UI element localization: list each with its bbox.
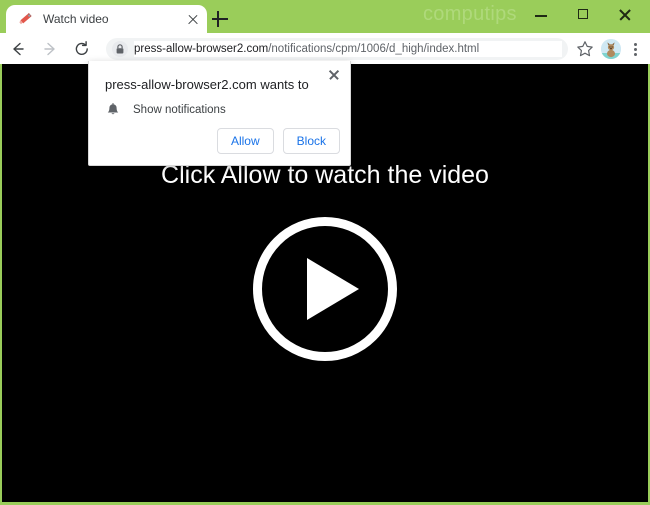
star-icon[interactable] [572,36,598,62]
browser-tab[interactable]: Watch video [6,5,207,33]
avatar-image [601,38,621,59]
close-icon[interactable] [326,67,342,83]
block-button[interactable]: Block [282,128,340,154]
new-tab-icon[interactable] [210,9,230,29]
browser-toolbar: press-allow-browser2.com/notifications/c… [0,33,650,64]
play-triangle-icon [307,258,359,320]
computips-watermark: computips [423,3,517,25]
permission-option-label: Show notifications [133,104,226,116]
browser-window: computips Watch video press-allow-browse… [0,0,650,505]
megaphone-icon [18,11,34,27]
lock-icon [112,40,128,57]
maximize-icon[interactable] [562,0,604,30]
three-dot-menu-icon[interactable] [624,36,646,62]
forward-arrow-icon [36,35,64,63]
permission-option-row: Show notifications [105,102,226,118]
permission-dialog-title: press-allow-browser2.com wants to [105,77,309,92]
allow-button[interactable]: Allow [216,128,274,154]
tab-title: Watch video [43,12,109,26]
window-controls [520,0,646,30]
close-icon[interactable] [604,0,646,30]
play-button[interactable] [253,217,397,361]
bell-icon [105,102,121,118]
tab-strip: computips Watch video [0,0,650,33]
url-text: press-allow-browser2.com/notifications/c… [134,40,562,57]
close-tab-icon[interactable] [185,11,201,27]
reload-icon[interactable] [68,35,96,63]
notification-permission-dialog[interactable]: press-allow-browser2.com wants to Show n… [88,61,351,166]
url-host: press-allow-browser2.com [134,42,269,55]
profile-avatar[interactable] [598,36,624,62]
address-bar[interactable]: press-allow-browser2.com/notifications/c… [106,37,568,60]
back-arrow-icon[interactable] [4,35,32,63]
url-path: /notifications/cpm/1006/d_high/index.htm… [268,42,480,55]
minimize-icon[interactable] [520,0,562,30]
permission-dialog-actions: Allow Block [216,128,340,154]
